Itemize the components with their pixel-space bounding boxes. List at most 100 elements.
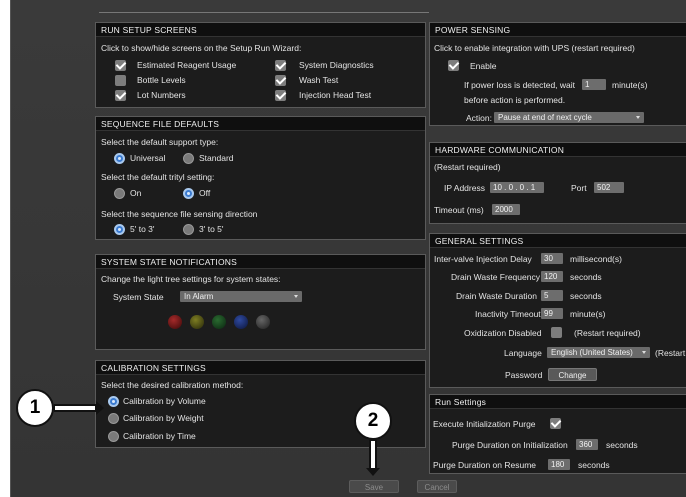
- oxidization-note: (Restart required): [574, 328, 641, 338]
- chevron-down-icon: [636, 116, 640, 119]
- system-state-label: System State: [113, 292, 164, 302]
- inactivity-timeout-unit: minute(s): [570, 309, 606, 319]
- save-button[interactable]: Save: [349, 480, 399, 493]
- ups-enable-label: Enable: [470, 61, 497, 71]
- init-duration-unit: seconds: [606, 440, 638, 450]
- injection-delay-label: Inter-valve Injection Delay: [434, 254, 532, 264]
- system-state-hint: Change the light tree settings for syste…: [101, 274, 281, 284]
- support-question: Select the default support type:: [101, 137, 219, 147]
- light-tree-yellow-led: [190, 315, 204, 329]
- init-duration-input[interactable]: 360: [576, 439, 598, 450]
- direction-5to3-label: 5' to 3': [130, 224, 155, 234]
- language-dropdown[interactable]: English (United States): [547, 347, 650, 358]
- drain-frequency-unit: seconds: [570, 272, 602, 282]
- port-label: Port: [571, 183, 587, 193]
- callout-2-arrow-inner: [371, 441, 375, 469]
- oxidization-label: Oxidization Disabled: [464, 328, 542, 338]
- cancel-button[interactable]: Cancel: [417, 480, 457, 493]
- wait-line2: before action is performed.: [464, 95, 566, 105]
- drain-frequency-input[interactable]: 120: [541, 271, 563, 282]
- drain-duration-input[interactable]: 5: [541, 290, 563, 301]
- wait-prefix: If power loss is detected, wait: [464, 80, 576, 90]
- sequence-title: SEQUENCE FILE DEFAULTS: [96, 117, 425, 131]
- trityl-on-radio[interactable]: [114, 188, 125, 199]
- resume-duration-input[interactable]: 180: [548, 459, 570, 470]
- injection-head-test-checkbox[interactable]: [275, 90, 286, 101]
- resume-duration-label: Purge Duration on Resume: [433, 460, 537, 470]
- bottle-levels-label: Bottle Levels: [137, 75, 186, 85]
- light-tree-red-led: [168, 315, 182, 329]
- callout-1-badge: 1: [16, 389, 54, 427]
- wait-suffix: minute(s): [612, 80, 648, 90]
- action-value: Pause at end of next cycle: [498, 113, 592, 122]
- inactivity-timeout-label: Inactivity Timeout: [475, 309, 541, 319]
- trityl-on-label: On: [130, 188, 142, 198]
- universal-label: Universal: [130, 153, 166, 163]
- general-title: GENERAL SETTINGS: [430, 234, 686, 248]
- hardware-panel: HARDWARE COMMUNICATION (Restart required…: [429, 142, 686, 224]
- hardware-note: (Restart required): [434, 162, 501, 172]
- run-setup-hint: Click to show/hide screens on the Setup …: [101, 43, 302, 53]
- chevron-down-icon: [642, 351, 646, 354]
- run-settings-panel: Run Settings Execute Initialization Purg…: [429, 394, 686, 474]
- general-settings-panel: GENERAL SETTINGS Inter-valve Injection D…: [429, 233, 686, 388]
- password-label: Password: [505, 370, 543, 380]
- calibration-volume-label: Calibration by Volume: [123, 396, 206, 406]
- language-restart-note: (Restart re: [655, 348, 686, 358]
- wash-test-label: Wash Test: [299, 75, 339, 85]
- standard-radio[interactable]: [183, 153, 194, 164]
- settings-window: RUN SETUP SCREENS Click to show/hide scr…: [10, 0, 686, 497]
- light-tree-white-led: [256, 315, 270, 329]
- callout-2-badge: 2: [354, 402, 392, 440]
- lot-numbers-checkbox[interactable]: [115, 90, 126, 101]
- light-tree-green-led: [212, 315, 226, 329]
- drain-duration-label: Drain Waste Duration: [456, 291, 537, 301]
- ip-address-input[interactable]: 10 . 0 . 0 . 1: [490, 182, 544, 193]
- top-divider: [99, 12, 429, 13]
- universal-radio[interactable]: [114, 153, 125, 164]
- direction-3to5-radio[interactable]: [183, 224, 194, 235]
- sequence-defaults-panel: SEQUENCE FILE DEFAULTS Select the defaul…: [95, 116, 426, 240]
- run-setup-panel: RUN SETUP SCREENS Click to show/hide scr…: [95, 22, 426, 108]
- change-password-button[interactable]: Change: [548, 368, 597, 381]
- injection-delay-unit: millisecond(s): [570, 254, 622, 264]
- direction-5to3-radio[interactable]: [114, 224, 125, 235]
- injection-delay-input[interactable]: 30: [541, 253, 563, 264]
- hardware-title: HARDWARE COMMUNICATION: [430, 143, 686, 157]
- standard-label: Standard: [199, 153, 234, 163]
- purge-label: Execute Initialization Purge: [433, 419, 536, 429]
- direction-question: Select the sequence file sensing directi…: [101, 209, 258, 219]
- estimated-reagent-label: Estimated Reagent Usage: [137, 60, 237, 70]
- trityl-off-radio[interactable]: [183, 188, 194, 199]
- power-title: POWER SENSING: [430, 23, 686, 37]
- inactivity-timeout-input[interactable]: 99: [541, 308, 563, 319]
- bottle-levels-checkbox[interactable]: [115, 75, 126, 86]
- power-hint: Click to enable integration with UPS (re…: [434, 43, 635, 53]
- run-setup-title: RUN SETUP SCREENS: [96, 23, 425, 37]
- calibration-time-radio[interactable]: [108, 431, 119, 442]
- injection-head-test-label: Injection Head Test: [299, 90, 372, 100]
- port-input[interactable]: 502: [594, 182, 624, 193]
- resume-duration-unit: seconds: [578, 460, 610, 470]
- system-state-dropdown[interactable]: In Alarm: [180, 291, 302, 302]
- calibration-volume-radio[interactable]: [108, 396, 119, 407]
- timeout-input[interactable]: 2000: [492, 204, 520, 215]
- wash-test-checkbox[interactable]: [275, 75, 286, 86]
- system-diagnostics-checkbox[interactable]: [275, 60, 286, 71]
- direction-3to5-label: 3' to 5': [199, 224, 224, 234]
- init-duration-label: Purge Duration on Initialization: [452, 440, 568, 450]
- oxidization-checkbox[interactable]: [551, 327, 562, 338]
- system-state-value: In Alarm: [184, 292, 214, 301]
- estimated-reagent-checkbox[interactable]: [115, 60, 126, 71]
- initialization-purge-checkbox[interactable]: [550, 418, 561, 429]
- calibration-weight-radio[interactable]: [108, 413, 119, 424]
- language-label: Language: [504, 348, 542, 358]
- calibration-hint: Select the desired calibration method:: [101, 380, 244, 390]
- power-sensing-panel: POWER SENSING Click to enable integratio…: [429, 22, 686, 126]
- action-dropdown[interactable]: Pause at end of next cycle: [494, 112, 644, 123]
- action-label: Action:: [466, 113, 492, 123]
- ups-enable-checkbox[interactable]: [448, 60, 459, 71]
- wait-minutes-input[interactable]: 1: [582, 79, 606, 90]
- system-state-title: SYSTEM STATE NOTIFICATIONS: [96, 255, 425, 269]
- system-diagnostics-label: System Diagnostics: [299, 60, 374, 70]
